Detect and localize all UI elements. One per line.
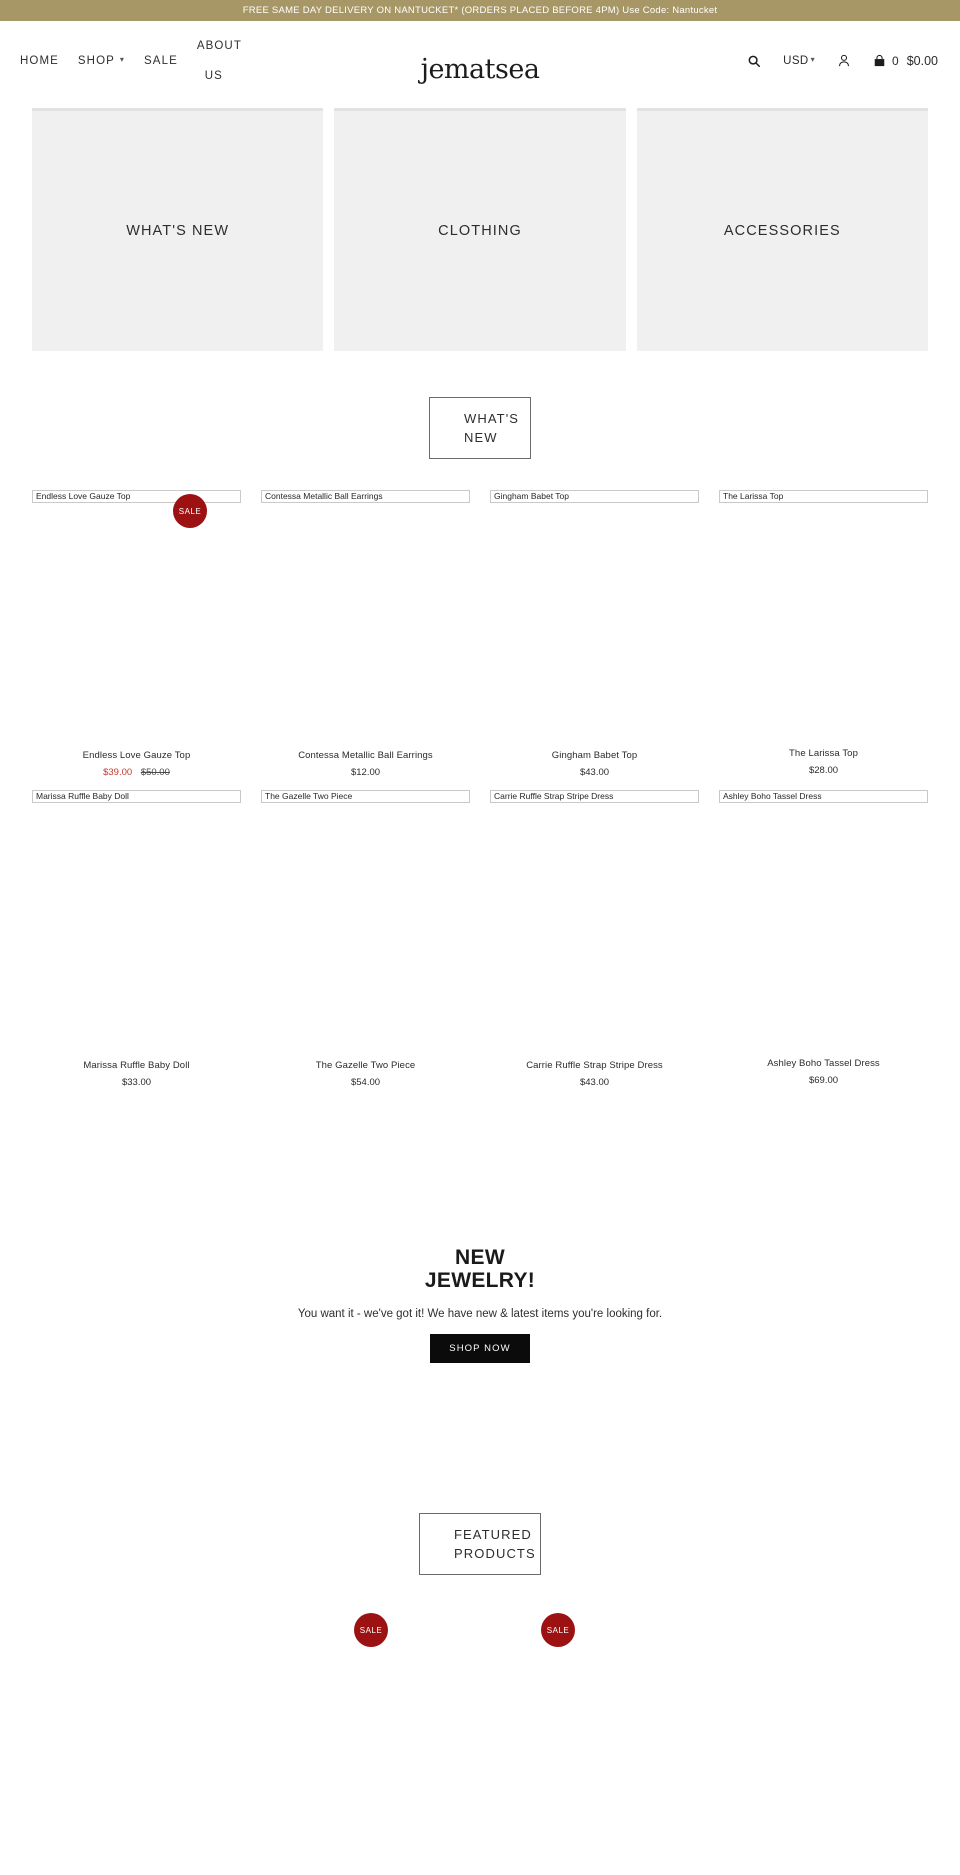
product-meta: Contessa Metallic Ball Earrings $12.00 xyxy=(251,750,480,778)
product-card[interactable]: Gingham Babet Top Gingham Babet Top $43.… xyxy=(480,490,709,778)
product-name-box: Ashley Boho Tassel Dress xyxy=(719,790,928,803)
category-tile-accessories[interactable]: ACCESSORIES xyxy=(636,108,928,351)
chevron-down-icon: ▾ xyxy=(810,55,816,64)
featured-section-header: FEATURED PRODUCTS xyxy=(0,1513,960,1575)
promo-banner: NEW JEWELRY! You want it - we've got it!… xyxy=(0,1246,960,1363)
product-title: Carrie Ruffle Strap Stripe Dress xyxy=(526,1060,663,1071)
cart-total: $0.00 xyxy=(906,53,938,68)
product-name-box: Carrie Ruffle Strap Stripe Dress xyxy=(490,790,699,803)
header-utilities: USD ▾ 0 $0.00 xyxy=(725,21,938,100)
site-header: HOME SHOP ▾ SALE ABOUT US jematsea USD ▾ xyxy=(0,21,960,100)
product-price: $69.00 xyxy=(808,1075,839,1086)
product-name-box: Gingham Babet Top xyxy=(490,490,699,503)
product-meta: Endless Love Gauze Top $39.00 $50.00 xyxy=(22,750,251,778)
product-image[interactable] xyxy=(709,503,938,748)
product-price: $39.00 $50.00 xyxy=(22,767,251,778)
nav-item-about-us[interactable]: ABOUT US xyxy=(197,31,241,91)
product-meta: Gingham Babet Top $43.00 xyxy=(480,750,709,778)
promo-heading-line-2: JEWELRY! xyxy=(424,1269,536,1292)
product-meta: Carrie Ruffle Strap Stripe Dress $43.00 xyxy=(480,1060,709,1088)
sale-badge: SALE xyxy=(173,494,207,528)
featured-product-row: SALE SALE xyxy=(0,1575,960,1647)
nav-item-sale-label: SALE xyxy=(144,54,178,67)
product-card[interactable]: Endless Love Gauze Top SALE Endless Love… xyxy=(22,490,251,778)
product-image[interactable] xyxy=(22,503,251,750)
chevron-down-icon: ▾ xyxy=(119,55,126,64)
product-price: $43.00 xyxy=(579,1077,610,1088)
whats-new-heading: WHAT'S NEW xyxy=(429,397,531,459)
account-icon xyxy=(839,54,849,67)
sale-badge: SALE xyxy=(541,1613,575,1647)
product-card[interactable]: Marissa Ruffle Baby Doll Marissa Ruffle … xyxy=(22,790,251,1088)
currency-selector[interactable]: USD ▾ xyxy=(783,55,815,67)
product-title: Contessa Metallic Ball Earrings xyxy=(298,750,433,761)
promo-subtitle: You want it - we've got it! We have new … xyxy=(297,1308,663,1320)
product-image[interactable] xyxy=(22,803,251,1060)
product-name-box: The Gazelle Two Piece xyxy=(261,790,470,803)
product-price: $12.00 xyxy=(350,767,381,778)
nav-item-about-us-label: ABOUT US xyxy=(196,39,242,82)
product-compare-price: $50.00 xyxy=(140,767,170,778)
product-image[interactable] xyxy=(709,803,938,1058)
product-card[interactable]: Carrie Ruffle Strap Stripe Dress Carrie … xyxy=(480,790,709,1088)
product-image[interactable] xyxy=(251,803,480,1060)
category-tile-label: CLOTHING xyxy=(438,223,522,239)
currency-value: USD xyxy=(783,54,809,67)
nav-item-shop-label: SHOP xyxy=(77,54,115,67)
whats-new-section-header: WHAT'S NEW xyxy=(0,397,960,459)
promo-heading-line-1: NEW xyxy=(455,1246,505,1269)
product-price: $54.00 xyxy=(350,1077,381,1088)
product-title: Endless Love Gauze Top xyxy=(82,750,191,761)
announcement-bar: FREE SAME DAY DELIVERY ON NANTUCKET* (OR… xyxy=(0,0,960,21)
product-price: $43.00 xyxy=(579,767,610,778)
product-price: $33.00 xyxy=(121,1077,152,1088)
category-tile-label: ACCESSORIES xyxy=(723,223,841,239)
nav-item-sale[interactable]: SALE xyxy=(144,55,178,67)
shop-now-button[interactable]: SHOP NOW xyxy=(430,1334,530,1363)
search-button[interactable] xyxy=(747,54,761,68)
account-button[interactable] xyxy=(837,53,851,68)
nav-item-home-label: HOME xyxy=(20,54,59,67)
product-title: The Gazelle Two Piece xyxy=(315,1060,416,1071)
product-meta: The Gazelle Two Piece $54.00 xyxy=(251,1060,480,1088)
product-card[interactable]: The Gazelle Two Piece The Gazelle Two Pi… xyxy=(251,790,480,1088)
product-grid-row-1: Endless Love Gauze Top SALE Endless Love… xyxy=(0,490,960,778)
cart-button[interactable]: 0 $0.00 xyxy=(873,54,938,68)
product-title: Gingham Babet Top xyxy=(551,750,638,761)
product-name-box: Contessa Metallic Ball Earrings xyxy=(261,490,470,503)
product-image[interactable] xyxy=(480,503,709,750)
main-navigation: HOME SHOP ▾ SALE ABOUT US xyxy=(20,21,241,100)
cart-count: 0 xyxy=(892,53,899,68)
product-image[interactable] xyxy=(480,803,709,1060)
sale-badge: SALE xyxy=(354,1613,388,1647)
product-name-box: The Larissa Top xyxy=(719,490,928,503)
site-logo-text: jematsea xyxy=(420,54,540,85)
announcement-text: FREE SAME DAY DELIVERY ON NANTUCKET* (OR… xyxy=(242,5,718,16)
product-grid-row-2: Marissa Ruffle Baby Doll Marissa Ruffle … xyxy=(0,790,960,1088)
product-name-box: Marissa Ruffle Baby Doll xyxy=(32,790,241,803)
product-title: Marissa Ruffle Baby Doll xyxy=(83,1060,190,1071)
cart-icon xyxy=(874,54,885,66)
product-meta: Ashley Boho Tassel Dress $69.00 xyxy=(709,1058,938,1086)
search-icon xyxy=(748,55,761,67)
product-sale-price: $39.00 xyxy=(103,767,133,778)
product-name-box: Endless Love Gauze Top xyxy=(32,490,241,503)
product-meta: Marissa Ruffle Baby Doll $33.00 xyxy=(22,1060,251,1088)
product-card[interactable]: Ashley Boho Tassel Dress Ashley Boho Tas… xyxy=(709,790,938,1088)
product-title: The Larissa Top xyxy=(789,748,858,759)
nav-item-home[interactable]: HOME xyxy=(20,55,59,67)
product-card[interactable]: Contessa Metallic Ball Earrings Contessa… xyxy=(251,490,480,778)
nav-item-shop[interactable]: SHOP ▾ xyxy=(78,55,125,67)
category-tile-whats-new[interactable]: WHAT'S NEW xyxy=(32,108,324,351)
product-price: $28.00 xyxy=(808,765,839,776)
featured-products-heading: FEATURED PRODUCTS xyxy=(419,1513,541,1575)
category-tile-label: WHAT'S NEW xyxy=(126,223,230,239)
product-title: Ashley Boho Tassel Dress xyxy=(767,1058,880,1069)
product-image[interactable] xyxy=(251,503,480,750)
product-card[interactable]: The Larissa Top The Larissa Top $28.00 xyxy=(709,490,938,778)
category-tile-clothing[interactable]: CLOTHING xyxy=(334,108,626,351)
product-meta: The Larissa Top $28.00 xyxy=(709,748,938,776)
category-tiles: WHAT'S NEW CLOTHING ACCESSORIES xyxy=(0,100,960,351)
